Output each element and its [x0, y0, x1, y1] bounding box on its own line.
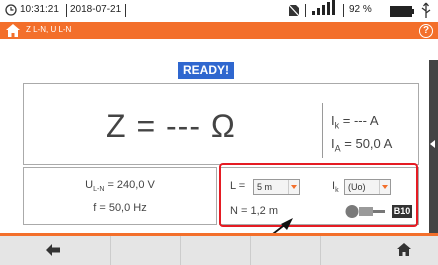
back-arrow-icon[interactable] [46, 244, 60, 256]
home-icon[interactable] [397, 243, 411, 256]
ia-value: IA = 50,0 A [331, 136, 393, 154]
no-sim-icon [288, 4, 300, 17]
usb-icon [421, 2, 431, 18]
status-time: 10:31:21 [20, 4, 59, 15]
ik-value-text: = --- A [342, 113, 379, 128]
ready-indicator: READY! [178, 62, 234, 79]
divider [180, 236, 181, 265]
battery-icon [390, 6, 414, 17]
title-label: Z L-N, U L-N [26, 25, 72, 34]
divider [343, 4, 344, 17]
current-values: Ik = --- A IA = 50,0 A [322, 103, 405, 158]
signal-icon [312, 0, 338, 20]
divider [320, 236, 321, 265]
status-bar: 10:31:21 2018-07-21 92 % [0, 0, 438, 22]
result-panel: Z = --- Ω Ik = --- A IA = 50,0 A [23, 83, 419, 165]
ia-value-text: = 50,0 A [344, 136, 393, 151]
frequency-value: f = 50,0 Hz [93, 202, 147, 214]
home-icon[interactable] [6, 24, 20, 37]
divider [125, 4, 126, 17]
ik-value: Ik = --- A [331, 113, 379, 131]
divider [66, 4, 67, 17]
divider [110, 236, 111, 265]
divider [250, 236, 251, 265]
side-panel-toggle[interactable] [429, 60, 438, 233]
clock-icon [5, 4, 17, 16]
sidebar-arrow-icon [430, 140, 435, 148]
impedance-value: Z = --- Ω [106, 108, 236, 144]
help-icon[interactable]: ? [419, 24, 433, 38]
title-bar: Z L-N, U L-N ? [0, 22, 438, 39]
uln-value-text: = 240,0 V [107, 179, 155, 191]
status-date: 2018-07-21 [70, 4, 122, 15]
bottom-toolbar [0, 233, 438, 265]
uln-value: UL-N = 240,0 V [85, 179, 155, 194]
voltage-panel: UL-N = 240,0 V f = 50,0 Hz [23, 167, 217, 225]
divider [305, 4, 306, 17]
battery-level: 92 % [349, 4, 372, 15]
